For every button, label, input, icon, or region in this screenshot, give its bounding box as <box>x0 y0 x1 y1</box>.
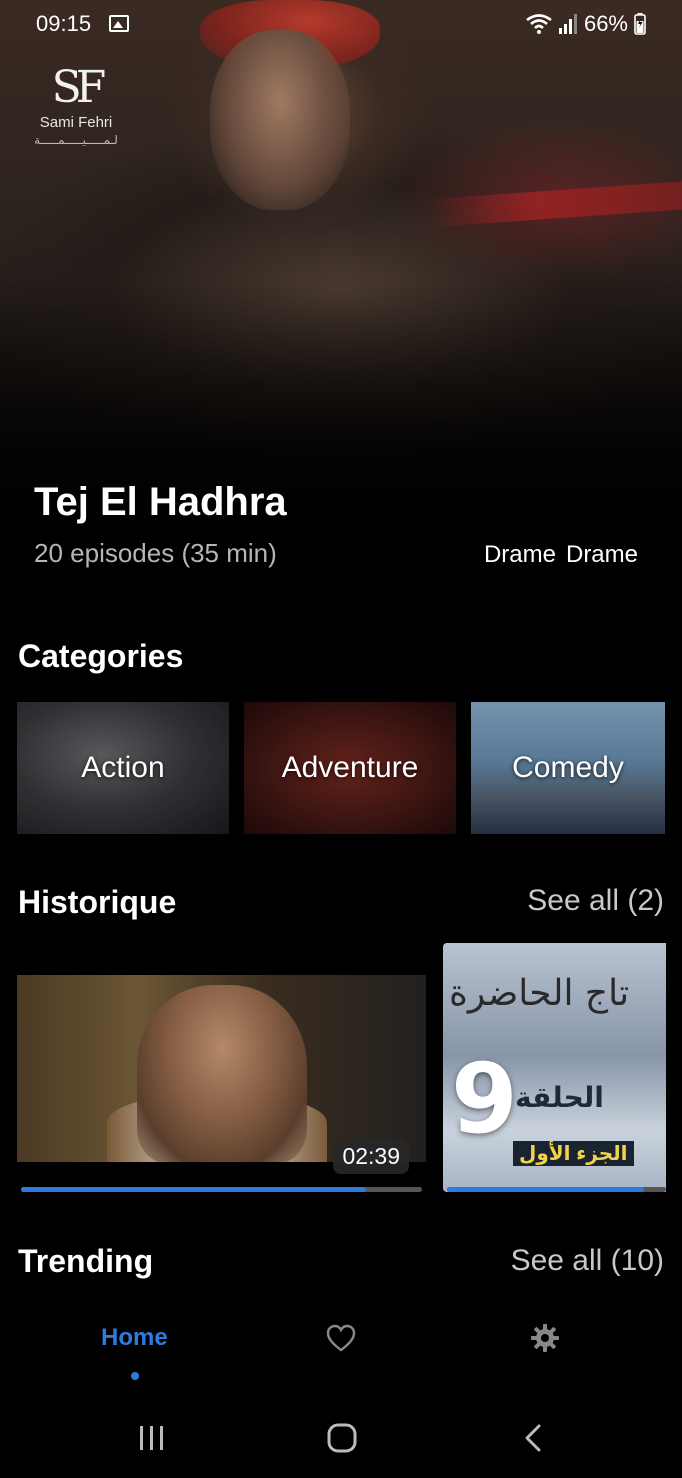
bottom-navigation: Home <box>0 1300 682 1390</box>
thumbnail-part-label: الجزء الأول <box>513 1141 634 1166</box>
hero-image-face <box>210 30 350 210</box>
category-label: Adventure <box>281 751 419 784</box>
category-label: Comedy <box>512 751 624 784</box>
active-indicator-dot <box>131 1372 139 1380</box>
watch-progress-bar <box>447 1187 666 1192</box>
back-icon[interactable] <box>522 1423 544 1453</box>
hero-genres: Drame Drame <box>484 541 638 569</box>
genre-tag: Drame <box>483 541 556 568</box>
thumbnail-show-title: تاج الحاضرة <box>449 973 630 1014</box>
signal-icon <box>558 14 577 34</box>
thumbnail-episode-number: 9 <box>451 1043 518 1155</box>
thumbnail-figure <box>137 985 307 1165</box>
logo-mark: SF <box>51 62 107 113</box>
thumbnail-episode-word: الحلقة <box>515 1082 604 1113</box>
status-bar: 09:15 66% <box>0 0 682 50</box>
system-navigation <box>0 1395 682 1478</box>
wifi-icon <box>526 14 552 34</box>
genre-tag: Drame <box>565 541 638 568</box>
watch-progress-fill <box>21 1187 366 1192</box>
gear-icon[interactable] <box>531 1324 559 1352</box>
logo-name: Sami Fehri <box>39 114 113 131</box>
nav-home-tab[interactable]: Home <box>101 1324 168 1352</box>
category-card-comedy[interactable]: Comedy <box>471 702 665 834</box>
historique-see-all-link[interactable]: See all (2) <box>527 884 664 918</box>
category-label: Action <box>81 751 165 784</box>
gallery-icon <box>109 15 129 32</box>
trending-title: Trending <box>18 1243 154 1279</box>
status-right: 66% <box>526 11 646 37</box>
categories-title: Categories <box>18 638 184 674</box>
duration-badge: 02:39 <box>333 1139 409 1174</box>
category-card-action[interactable]: Action <box>17 702 229 834</box>
battery-level: 66% <box>583 11 628 36</box>
history-item[interactable]: تاج الحاضرة 9 الحلقة الجزء الأول <box>443 943 666 1192</box>
hero-image-banner <box>429 180 682 228</box>
heart-icon[interactable] <box>326 1324 356 1352</box>
watch-progress-fill <box>447 1187 645 1192</box>
hero-meta: 20 episodes (35 min) <box>34 538 277 568</box>
recents-icon[interactable] <box>138 1425 166 1451</box>
battery-icon <box>634 13 646 35</box>
historique-title: Historique <box>18 884 177 920</box>
hero-title[interactable]: Tej El Hadhra <box>34 480 287 525</box>
home-icon[interactable] <box>327 1423 357 1453</box>
category-card-adventure[interactable]: Adventure <box>244 702 456 834</box>
watch-progress-bar <box>21 1187 422 1192</box>
status-time: 09:15 <box>36 11 92 36</box>
logo-arabic: لـمـــــيـــــمـــــة <box>34 133 118 147</box>
trending-see-all-link[interactable]: See all (10) <box>511 1244 664 1278</box>
history-item[interactable]: 02:39 <box>17 975 426 1192</box>
brand-logo: SF Sami Fehri لـمـــــيـــــمـــــة <box>28 64 124 164</box>
